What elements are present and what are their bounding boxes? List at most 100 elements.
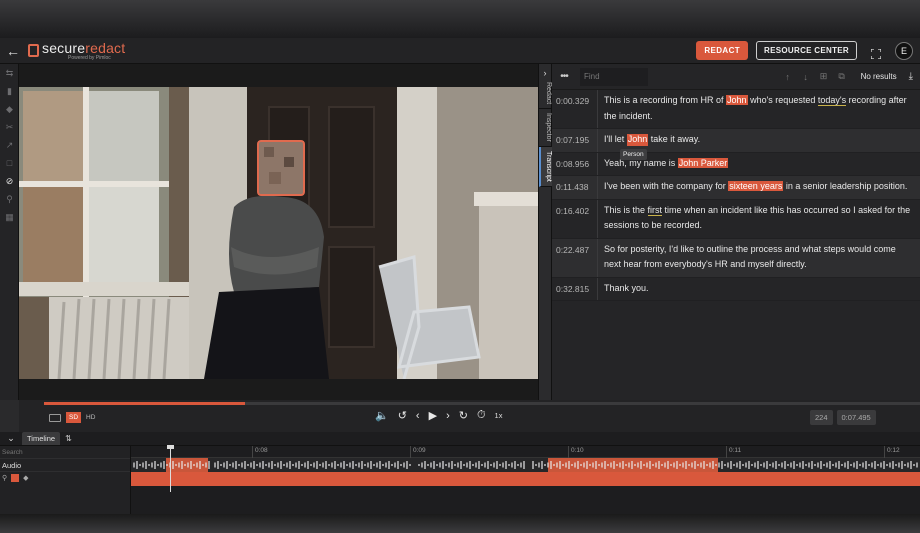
redacted-word[interactable]: sixteen years	[728, 181, 784, 191]
transcript-rows: 0:00.329 This is a recording from HR of …	[552, 90, 920, 301]
rewind-icon[interactable]: ↺	[398, 409, 407, 422]
tab-timeline[interactable]: Timeline	[22, 432, 61, 445]
row-text[interactable]: I'll let John take it away.	[598, 129, 920, 152]
find-input[interactable]: Find	[580, 67, 648, 86]
next-frame-icon[interactable]: ›	[446, 410, 450, 422]
tab-redact[interactable]: Redact	[539, 78, 552, 110]
row-timestamp[interactable]: 0:22.487	[552, 238, 598, 277]
arrow-down-icon[interactable]: ↓	[797, 72, 815, 82]
transcript-row[interactable]: 0:22.487 So for posterity, I'd like to o…	[552, 238, 920, 278]
transcript-row[interactable]: 0:07.195 I'll let John take it away.	[552, 129, 920, 153]
timeline-search-input[interactable]: Search	[0, 446, 130, 458]
search-tool-icon[interactable]: ⚲	[0, 190, 19, 208]
row-timestamp[interactable]: 0:07.195	[552, 129, 598, 152]
more-options-icon[interactable]: •••	[552, 71, 576, 82]
arrow-up-icon[interactable]: ↑	[779, 72, 797, 82]
timeline-panel: ⌄ Timeline ⇅ Search Audio ⚲ ◆ 0:08 0:09 …	[0, 432, 920, 514]
row-text[interactable]: I've been with the company for sixteen y…	[598, 176, 920, 199]
resource-center-button[interactable]: RESOURCE CENTER	[756, 41, 857, 60]
transcript-row[interactable]: 0:11.438 I've been with the company for …	[552, 176, 920, 200]
redacted-word[interactable]: John	[626, 134, 649, 146]
monitor-bezel-bottom	[0, 514, 920, 533]
tab-transcript[interactable]: Transcript	[539, 146, 552, 187]
tag-icon[interactable]: ◆	[23, 474, 28, 482]
detected-word[interactable]: first	[647, 204, 663, 216]
redaction-track-controls[interactable]: ⚲ ◆	[0, 471, 130, 484]
text-span: This is the	[604, 204, 648, 215]
previous-frame-icon[interactable]: ‹	[416, 410, 420, 422]
redacted-word[interactable]: John	[726, 95, 748, 105]
box-icon[interactable]: □	[0, 154, 19, 172]
row-text[interactable]: So for posterity, I'd like to outline th…	[598, 239, 920, 277]
tick-line	[726, 446, 727, 458]
sort-icon[interactable]: ⇅	[65, 434, 72, 443]
time-counter: 0:07.495	[836, 410, 876, 425]
tag-icon[interactable]: ◆	[0, 100, 19, 118]
tick-line	[410, 446, 411, 458]
audio-track-label: Audio	[0, 458, 130, 471]
volume-icon[interactable]: 🔈	[375, 409, 389, 422]
audio-track[interactable]	[131, 458, 920, 472]
row-text[interactable]: This is a recording from HR of John who'…	[598, 90, 920, 128]
transcript-toolbar: ••• Find ↑ ↓ ⊞ ⧉ No results ⤓	[552, 64, 920, 90]
tick-label: 0:08	[255, 447, 268, 454]
row-timestamp[interactable]: 0:32.815	[552, 277, 598, 300]
trash-icon[interactable]: ▮	[0, 82, 19, 100]
grid-icon[interactable]: ▦	[0, 208, 19, 226]
playhead[interactable]	[170, 446, 171, 492]
transcript-panel: ••• Find ↑ ↓ ⊞ ⧉ No results ⤓ 0:00.329 T…	[552, 64, 920, 400]
video-player[interactable]	[19, 64, 538, 400]
transcript-row[interactable]: 0:00.329 This is a recording from HR of …	[552, 90, 920, 129]
scissors-icon[interactable]: ✂	[0, 118, 19, 136]
row-timestamp[interactable]: 0:08.956	[552, 152, 598, 175]
row-text[interactable]: This is the first time when an incident …	[598, 200, 920, 238]
hd-quality-button[interactable]: HD	[86, 414, 95, 421]
row-timestamp[interactable]: 0:00.329	[552, 90, 598, 128]
playback-speed[interactable]: 1x	[495, 411, 503, 420]
text-span: I've been with the company for	[604, 181, 729, 191]
video-frame[interactable]	[19, 87, 538, 379]
transcript-row[interactable]: 0:08.956 Yeah, my name is John Parker	[552, 152, 920, 176]
logo-word-main: secure	[42, 39, 86, 56]
chevron-down-icon[interactable]: ⌄	[0, 433, 22, 444]
captions-icon[interactable]	[49, 413, 61, 422]
sd-quality-button[interactable]: SD	[66, 412, 82, 423]
pin-icon[interactable]: ⚲	[2, 474, 7, 482]
row-timestamp[interactable]: 0:16.402	[552, 199, 598, 238]
user-avatar[interactable]: E	[895, 41, 913, 60]
monitor-bezel-top	[0, 0, 920, 38]
tab-inspector[interactable]: Inspector	[539, 109, 552, 147]
back-arrow-icon[interactable]: ←	[2, 43, 24, 59]
speed-icon[interactable]: ⏱	[477, 409, 486, 422]
frame-counter: 224	[810, 410, 833, 425]
player-controls: SD HD 🔈 ↺ ‹ ▶ › ↻ ⏱ 1x 224 0:07.495	[19, 400, 920, 432]
row-text[interactable]: Thank you.	[598, 278, 920, 301]
timeline-ruler[interactable]: 0:08 0:09 0:10 0:11 0:12	[131, 446, 920, 458]
redacted-word[interactable]: John Parker	[677, 157, 729, 168]
chevron-right-icon[interactable]: ›	[539, 68, 551, 78]
tick-label: 0:12	[887, 447, 900, 454]
track-checkbox[interactable]	[11, 474, 20, 482]
transcript-row[interactable]: 0:16.402 This is the first time when an …	[552, 199, 920, 239]
text-span: I'll let	[604, 134, 627, 144]
redact-button[interactable]: REDACT	[696, 41, 749, 60]
tick-label: 0:10	[571, 447, 584, 454]
detected-word[interactable]: today's	[817, 95, 847, 106]
add-selection-icon[interactable]: ⊞	[815, 71, 833, 82]
play-icon[interactable]: ▶	[429, 409, 437, 422]
no-track-icon[interactable]: ⊘	[0, 172, 19, 190]
forward-icon[interactable]: ↻	[459, 409, 468, 422]
chart-icon[interactable]: ↗	[0, 136, 19, 154]
copy-icon[interactable]: ⧉	[833, 71, 851, 82]
transcript-row[interactable]: 0:32.815 Thank you.	[552, 277, 920, 301]
download-icon[interactable]: ⤓	[909, 71, 913, 82]
redaction-track[interactable]	[131, 472, 920, 486]
tool-sidebar: ⇆ ▮ ◆ ✂ ↗ □ ⊘ ⚲ ▦	[0, 64, 19, 400]
row-timestamp[interactable]: 0:11.438	[552, 176, 598, 199]
swap-icon[interactable]: ⇆	[0, 64, 19, 82]
fullscreen-icon[interactable]	[870, 46, 882, 60]
text-span: in a senior leadership position.	[783, 181, 908, 191]
progress-bar[interactable]	[44, 402, 920, 405]
app-logo: secureredact Powered by Pimloc	[28, 41, 125, 61]
text-span: who's requested	[747, 95, 818, 105]
